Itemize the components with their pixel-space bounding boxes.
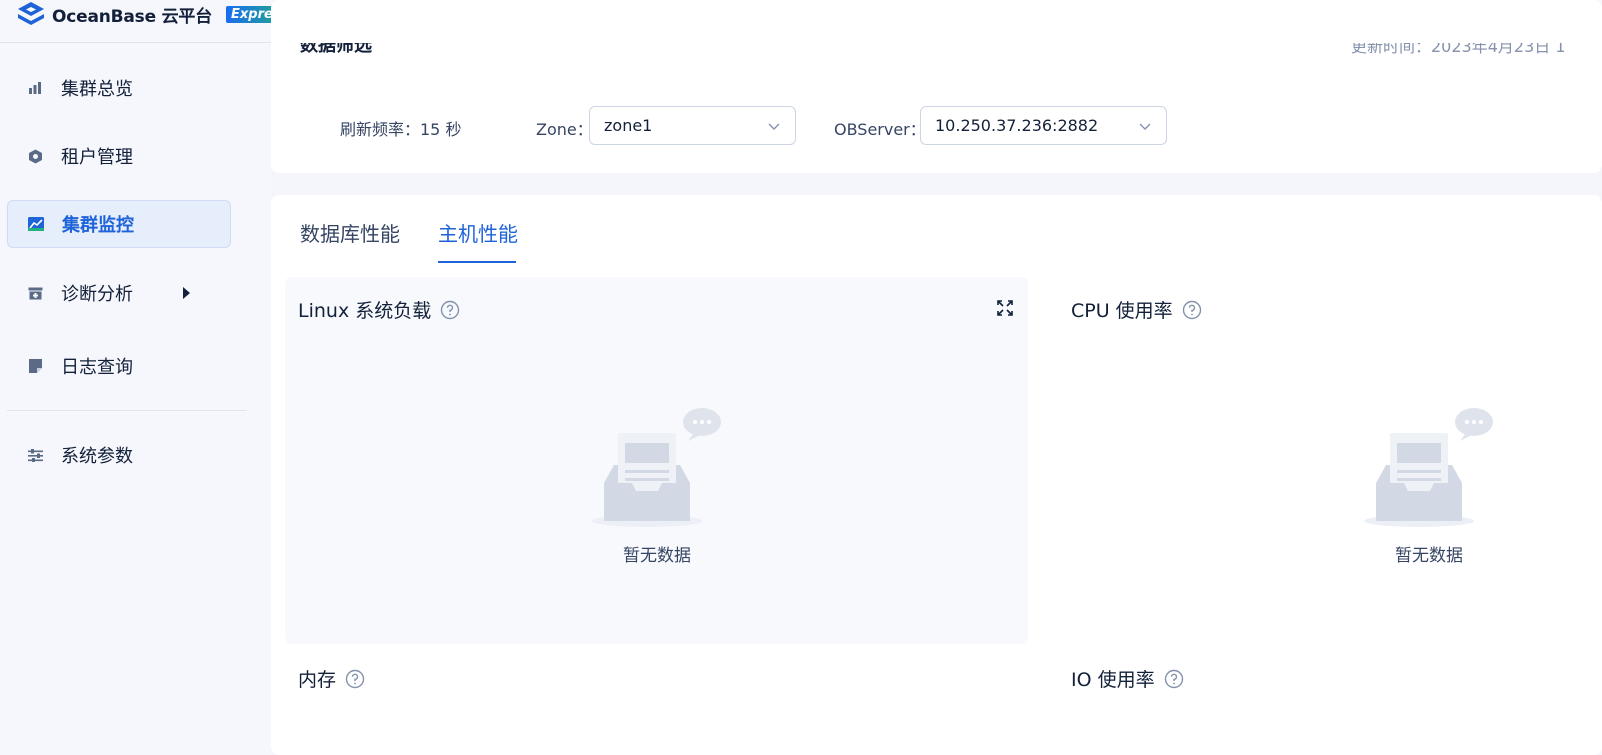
- sidebar-item-log-query[interactable]: 日志查询: [7, 342, 231, 390]
- sidebar-divider: [7, 410, 247, 411]
- brand-logo[interactable]: OceanBase 云平台 Express: [16, 0, 294, 28]
- empty-text: 暂无数据: [623, 546, 691, 566]
- chevron-down-icon: [1139, 123, 1151, 130]
- sidebar-item-system-params[interactable]: 系统参数: [7, 431, 231, 479]
- sidebar-item-label: 诊断分析: [61, 284, 133, 305]
- sidebar-item-tenant-management[interactable]: 租户管理: [7, 132, 231, 180]
- io-usage-panel[interactable]: IO 使用率: [1058, 650, 1602, 755]
- empty-box-icon: [1364, 408, 1493, 527]
- sidebar-item-cluster-monitor[interactable]: 集群监控: [7, 200, 231, 248]
- cpu-usage-panel[interactable]: CPU 使用率 暂无数据: [1058, 277, 1602, 644]
- active-tab-indicator: [438, 261, 516, 263]
- panel-title: CPU 使用率: [1071, 296, 1202, 323]
- panel-title-text: IO 使用率: [1071, 669, 1155, 691]
- help-circle-icon[interactable]: [440, 300, 460, 320]
- observer-select-value: 10.250.37.236:2882: [935, 116, 1099, 135]
- data-filter-card: 数据筛选 更新时间：2023年4月23日 1 刷新频率：15 秒 Zone： z…: [271, 0, 1602, 173]
- empty-state: 暂无数据: [1364, 405, 1494, 566]
- empty-text: 暂无数据: [1395, 546, 1463, 566]
- hexagon-icon: [27, 148, 43, 164]
- sliders-icon: [27, 447, 43, 463]
- zone-select[interactable]: zone1: [589, 106, 796, 145]
- observer-select[interactable]: 10.250.37.236:2882: [920, 106, 1167, 145]
- area-chart-icon: [28, 216, 44, 232]
- caret-right-icon: [183, 287, 190, 299]
- panel-title: IO 使用率: [1071, 665, 1184, 692]
- tab-database-performance[interactable]: 数据库性能: [300, 218, 400, 247]
- sidebar-item-cluster-overview[interactable]: 集群总览: [7, 64, 231, 112]
- oceanbase-logo-icon: [18, 2, 44, 25]
- sidebar-item-label: 集群总览: [61, 79, 133, 100]
- help-circle-icon[interactable]: [1164, 669, 1184, 689]
- fullscreen-icon[interactable]: [997, 300, 1013, 316]
- monitor-card: 数据库性能 主机性能 Linux 系统负载 暂无数据 CPU 使用率 暂无数据 …: [271, 195, 1602, 755]
- empty-state: 暂无数据: [592, 405, 722, 566]
- help-circle-icon[interactable]: [1182, 300, 1202, 320]
- tab-host-performance[interactable]: 主机性能: [438, 218, 518, 247]
- brand-name: OceanBase 云平台: [52, 6, 213, 27]
- zone-select-value: zone1: [604, 116, 653, 135]
- empty-box-icon: [592, 408, 721, 527]
- log-icon: [27, 358, 43, 374]
- filter-title: 数据筛选: [300, 35, 372, 56]
- sidebar-item-diagnosis[interactable]: 诊断分析: [7, 269, 231, 317]
- linux-load-panel[interactable]: Linux 系统负载 暂无数据: [285, 277, 1028, 644]
- panel-title-text: 内存: [298, 669, 337, 691]
- sidebar-item-label: 集群监控: [62, 215, 134, 236]
- zone-label: Zone：: [536, 120, 593, 139]
- panel-title-text: CPU 使用率: [1071, 300, 1173, 322]
- panel-title: Linux 系统负载: [298, 296, 460, 323]
- memory-panel[interactable]: 内存: [285, 650, 1028, 755]
- update-time: 更新时间：2023年4月23日 1: [1351, 37, 1566, 56]
- panel-title-text: Linux 系统负载: [298, 300, 432, 322]
- bar-chart-icon: [27, 80, 43, 96]
- sidebar-item-label: 系统参数: [61, 446, 133, 467]
- sidebar-item-label: 日志查询: [61, 357, 133, 378]
- sidebar: 集群总览 租户管理 集群监控 诊断分析 日志查询 系统参数: [0, 44, 271, 755]
- chevron-down-icon: [768, 123, 780, 130]
- panel-title: 内存: [298, 665, 365, 692]
- observer-label: OBServer：: [834, 120, 926, 139]
- sidebar-item-label: 租户管理: [61, 147, 133, 168]
- diagnose-icon: [27, 285, 43, 301]
- refresh-frequency[interactable]: 刷新频率：15 秒: [340, 116, 461, 140]
- help-circle-icon[interactable]: [345, 669, 365, 689]
